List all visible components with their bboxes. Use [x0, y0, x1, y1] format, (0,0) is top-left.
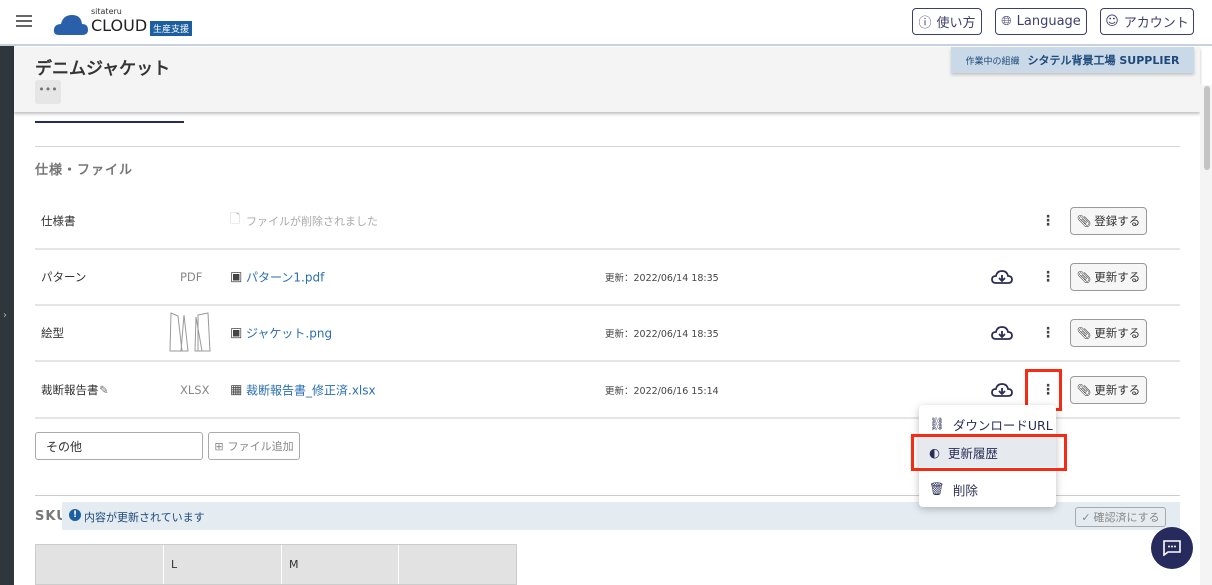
- help-button[interactable]: ⓘ 使い方: [912, 8, 982, 35]
- highlight-history: [911, 434, 1067, 471]
- account-label: アカウント: [1123, 16, 1189, 31]
- chevron-right-icon[interactable]: ›: [3, 310, 7, 321]
- cloud-download-icon[interactable]: [991, 326, 1013, 340]
- table-header-cell: [36, 545, 164, 584]
- row-label: 絵型: [41, 326, 64, 340]
- file-pdf-icon: ▣: [230, 269, 243, 285]
- paperclip-icon: 📎︎: [1076, 270, 1092, 284]
- top-header: sitateru CLOUD 生産支援 ⓘ 使い方 🌐︎ Language ☺ アカウ…: [0, 0, 1212, 46]
- update-button[interactable]: 📎︎ 更新する: [1070, 376, 1147, 404]
- paperclip-icon: 📎︎: [1076, 326, 1092, 340]
- scrollbar-thumb[interactable]: [1204, 86, 1210, 170]
- table-header-cell: M: [282, 545, 399, 584]
- check-icon: ✓: [1081, 510, 1091, 524]
- cloud-logo-icon: [53, 15, 88, 35]
- divider: [35, 146, 1180, 147]
- file-type: XLSX: [180, 383, 210, 397]
- globe-icon: 🌐︎: [1001, 14, 1012, 29]
- org-label: 作業中の組織: [965, 56, 1020, 67]
- row-label: 仕様書: [41, 214, 76, 228]
- file-row: パターン PDF ▣ パターン1.pdf 更新：2022/06/14 18:35…: [35, 250, 1180, 306]
- file-row: 仕様書 🗋 ファイルが削除されました ⋮ 📎︎ 登録する: [35, 194, 1180, 250]
- updated-date: 更新：2022/06/16 15:14: [605, 386, 719, 397]
- kebab-menu-icon[interactable]: ⋮: [1041, 325, 1055, 341]
- current-org-badge: 作業中の組織 シタテル背景工場 SUPPLIER: [951, 47, 1194, 73]
- deleted-file-text: ファイルが削除されました: [246, 215, 378, 228]
- row-label: パターン: [41, 270, 87, 284]
- chat-button[interactable]: [1151, 527, 1193, 569]
- paperclip-icon: 📎︎: [1076, 383, 1092, 397]
- sku-table-header: L M: [35, 544, 517, 585]
- updated-date: 更新：2022/06/14 18:35: [605, 329, 719, 340]
- file-type: PDF: [180, 270, 203, 284]
- kebab-menu-icon[interactable]: ⋮: [1041, 213, 1055, 229]
- update-label: 更新する: [1094, 326, 1141, 340]
- add-box-icon: ⊞: [214, 439, 224, 453]
- account-icon: ☺: [1105, 14, 1119, 29]
- file-row: 絵型 ▣ ジャケット.png 更新：2022/06/14 18:35 ⋮ 📎︎ 更…: [35, 306, 1180, 362]
- mark-confirmed-button[interactable]: ✓ 確認済にする: [1075, 507, 1166, 527]
- language-button[interactable]: 🌐︎ Language: [995, 8, 1087, 35]
- hamburger-menu-icon[interactable]: [16, 15, 32, 27]
- table-header-cell: [399, 545, 516, 584]
- document-icon: 🗋: [230, 212, 241, 227]
- edit-pencil-icon[interactable]: ✎: [99, 383, 109, 397]
- add-file-label: ファイル追加: [227, 440, 294, 453]
- menu-item-label: 削除: [952, 482, 978, 498]
- update-label: 更新する: [1094, 383, 1141, 397]
- page-title: デニムジャケット: [35, 59, 171, 79]
- file-image-icon: ▣: [230, 325, 243, 341]
- cloud-download-icon[interactable]: [991, 270, 1013, 284]
- logo[interactable]: sitateru CLOUD 生産支援: [53, 7, 193, 38]
- help-label: 使い方: [936, 16, 976, 31]
- table-header-cell: L: [164, 545, 282, 584]
- logo-badge: 生産支援: [150, 21, 193, 36]
- add-file-button[interactable]: ⊞ ファイル追加: [208, 432, 300, 460]
- updated-date: 更新：2022/06/14 18:35: [605, 273, 719, 284]
- logo-main-text: CLOUD: [91, 16, 148, 35]
- info-icon: !: [69, 509, 81, 521]
- row-label: 裁断報告書: [41, 383, 99, 397]
- org-name: シタテル背景工場 SUPPLIER: [1027, 54, 1180, 67]
- more-actions-button[interactable]: •••: [35, 80, 61, 104]
- chat-icon: [1163, 540, 1181, 556]
- update-button[interactable]: 📎︎ 更新する: [1070, 263, 1147, 291]
- logo-small-text: sitateru: [91, 7, 122, 16]
- sidebar-collapsed[interactable]: ›: [0, 46, 14, 585]
- question-icon: ⓘ: [918, 16, 932, 31]
- account-button[interactable]: ☺ アカウント: [1100, 8, 1194, 35]
- menu-item-label: ダウンロードURL: [952, 417, 1053, 433]
- file-spreadsheet-icon: ▦: [230, 382, 243, 398]
- paperclip-icon: 📎︎: [1076, 214, 1092, 228]
- jacket-thumbnail: [169, 312, 211, 352]
- link-icon: ⛓︎: [929, 416, 945, 431]
- section-title-files: 仕様・ファイル: [35, 163, 134, 178]
- update-button[interactable]: 📎︎ 更新する: [1070, 319, 1147, 347]
- register-button[interactable]: 📎︎ 登録する: [1070, 207, 1147, 235]
- trash-icon: 🗑︎: [929, 481, 945, 496]
- file-link[interactable]: ジャケット.png: [246, 325, 332, 342]
- kebab-menu-icon[interactable]: ⋮: [1041, 269, 1055, 285]
- confirm-label: 確認済にする: [1093, 511, 1160, 524]
- update-label: 更新する: [1094, 270, 1141, 284]
- language-label: Language: [1016, 14, 1081, 29]
- register-label: 登録する: [1094, 214, 1141, 228]
- menu-item-delete[interactable]: 🗑︎ 削除: [919, 474, 1056, 504]
- cloud-download-icon[interactable]: [991, 383, 1013, 397]
- file-link[interactable]: パターン1.pdf: [246, 269, 324, 286]
- other-file-name-input[interactable]: その他: [35, 432, 203, 460]
- tab-active-indicator[interactable]: [35, 121, 184, 123]
- sku-notice-text: 内容が更新されています: [84, 511, 205, 524]
- file-link[interactable]: 裁断報告書_修正済.xlsx: [246, 382, 376, 399]
